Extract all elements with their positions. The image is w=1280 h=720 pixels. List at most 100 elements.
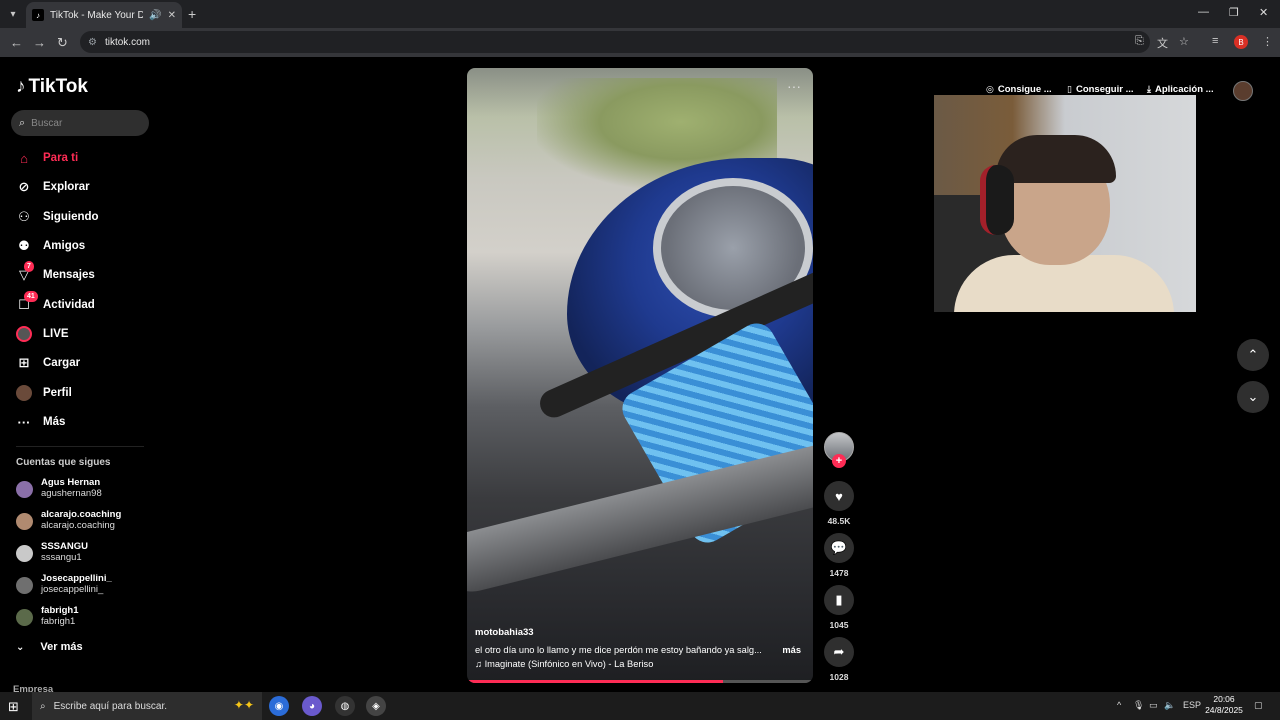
link-label: Consigue ... [997,84,1052,95]
nav-para-ti[interactable]: ⌂ Para ti [16,147,156,169]
taskbar-search-placeholder: Escribe aquí para buscar. [53,700,168,712]
video-username[interactable]: motobahia33 [475,627,534,638]
minimize-icon[interactable]: — [1198,6,1209,18]
url-field[interactable]: ⚙ tiktok.com [80,31,1150,53]
nav-cargar[interactable]: ⊞ Cargar [16,352,156,374]
notifications-icon[interactable]: ▢ [1254,700,1263,711]
browser-tab[interactable]: ♪ TikTok - Make Your Day 🔊 ✕ [26,2,182,28]
get-coins-link[interactable]: ◎ Consigue ... [986,84,1052,95]
browser-menu-icon[interactable]: ⋮ [1262,35,1273,48]
discord-icon[interactable]: ◕ [302,696,322,716]
network-icon[interactable]: ▭ [1149,700,1158,711]
get-app-link[interactable]: ▯ Conseguir ... [1067,84,1134,95]
like-count: 48.5K [827,516,851,526]
avatar [16,609,33,626]
description-more-button[interactable]: más [782,645,801,655]
search-input[interactable]: ⌕ Buscar [11,110,149,136]
webcam-hair [996,135,1116,183]
obs-icon[interactable]: ◍ [335,696,355,716]
following-handle: alcarajo.coaching [41,520,115,531]
video-player[interactable]: ··· motobahia33 el otro día uno lo llamo… [467,68,813,683]
nav-label: LIVE [43,328,69,340]
nav-perfil[interactable]: Perfil [16,382,156,404]
comment-button[interactable]: 💬 [824,533,854,563]
compass-icon: ⊘ [18,179,30,194]
comment-count: 1478 [829,568,849,578]
phone-icon: ▯ [1067,84,1072,94]
next-video-button[interactable]: ⌄ [1237,381,1269,413]
close-window-icon[interactable]: ✕ [1259,6,1268,19]
tab-search-icon[interactable]: ▾ [4,5,22,23]
nav-actividad[interactable]: ☐ 41 Actividad [16,291,156,316]
site-info-icon[interactable]: ⚙ [88,37,97,48]
user-avatar[interactable] [1233,81,1253,101]
bookmark-star-icon[interactable]: ☆ [1179,35,1189,48]
like-button[interactable]: ♥ [824,481,854,511]
following-name: Agus Hernan [41,477,101,488]
profile-icon [16,385,32,401]
video-description-text: el otro día uno lo llamo y me dice perdó… [475,645,762,655]
nav-explorar[interactable]: ⊘ Explorar [16,176,156,198]
following-section-title: Cuentas que sigues [16,457,111,468]
restore-icon[interactable]: ❐ [1229,6,1239,19]
following-item[interactable]: SSSANGU sssangu1 [16,541,156,567]
nav-amigos[interactable]: ⚉ Amigos [16,235,156,257]
following-handle: agushernan98 [41,488,102,499]
install-icon[interactable]: ⎘ [1135,35,1144,48]
previous-video-button[interactable]: ⌃ [1237,339,1269,371]
following-item[interactable]: Agus Hernan agushernan98 [16,477,156,503]
activity-badge: 41 [24,291,38,302]
clock-time: 20:06 [1213,694,1235,704]
nav-mas[interactable]: ··· Más [16,411,156,433]
link-label: Aplicación ... [1154,84,1214,95]
reload-icon[interactable]: ↻ [57,35,68,51]
forward-icon[interactable]: → [33,35,46,50]
heart-icon: ♥ [835,488,843,504]
language-indicator[interactable]: ESP [1183,700,1201,710]
nav-mensajes[interactable]: ▽ 7 Mensajes [16,261,156,286]
windows-start-icon[interactable]: ⊞ [8,699,19,715]
follow-plus-icon[interactable]: + [832,454,846,468]
translate-icon[interactable]: 文 [1157,35,1168,51]
sparkle-icon: ✦✦ [233,698,254,712]
video-options-icon[interactable]: ··· [787,78,801,94]
browser-tab-bar: ▾ ♪ TikTok - Make Your Day 🔊 ✕ + — ❐ ✕ [0,0,1280,28]
tray-expand-icon[interactable]: ^ [1117,700,1121,710]
music-note-icon: ♫ [475,659,485,669]
avatar [16,545,33,562]
close-tab-icon[interactable]: ✕ [168,10,176,21]
chrome-icon[interactable]: ◉ [269,696,289,716]
volume-icon[interactable]: 🔈 [1164,700,1175,711]
desktop-app-link[interactable]: ⤓ Aplicación ... [1147,84,1214,95]
share-icon: ➦ [833,644,845,659]
messages-badge: 7 [24,261,34,272]
media-control-icon[interactable]: ≡ [1212,35,1218,47]
app-icon[interactable]: ◈ [366,696,386,716]
tiktok-logo[interactable]: ♪ TikTok [16,76,88,98]
video-music[interactable]: ♫ Imaginate (Sinfónico en Vivo) - La Ber… [475,659,653,669]
address-bar-row: ← → ↻ ⚙ tiktok.com ⎘ 文 ☆ ≡ ⋮ [0,28,1280,57]
logo-text: TikTok [28,76,88,97]
share-button[interactable]: ➦ [824,637,854,667]
speaker-icon[interactable]: 🔊 [149,10,161,21]
taskbar-search-input[interactable]: ⌕ Escribe aquí para buscar. ✦✦ [32,692,262,720]
nav-live[interactable]: LIVE [16,323,156,345]
share-count: 1028 [829,672,849,682]
activity-icon: ☐ 41 [16,291,38,313]
back-icon[interactable]: ← [10,35,23,50]
following-name: alcarajo.coaching [41,509,122,520]
taskbar-clock[interactable]: 20:06 24/8/2025 [1200,694,1248,716]
browser-profile-avatar[interactable]: B [1234,35,1248,49]
following-item[interactable]: Josecappellini_ josecappellini_ [16,573,156,599]
microphone-icon[interactable]: 🎙 [1133,700,1144,711]
following-item[interactable]: alcarajo.coaching alcarajo.coaching [16,509,156,535]
following-item[interactable]: fabrigh1 fabrigh1 [16,605,156,631]
chevron-down-icon: ⌄ [16,641,25,653]
nav-siguiendo[interactable]: ⚇ Siguiendo [16,206,156,228]
see-more-button[interactable]: ⌄ Ver más [16,641,83,653]
video-progress-bar[interactable] [467,680,813,683]
save-count: 1045 [829,620,849,630]
save-button[interactable]: ▮ [824,585,854,615]
new-tab-button[interactable]: + [188,6,196,22]
nav-label: Mensajes [43,269,95,281]
